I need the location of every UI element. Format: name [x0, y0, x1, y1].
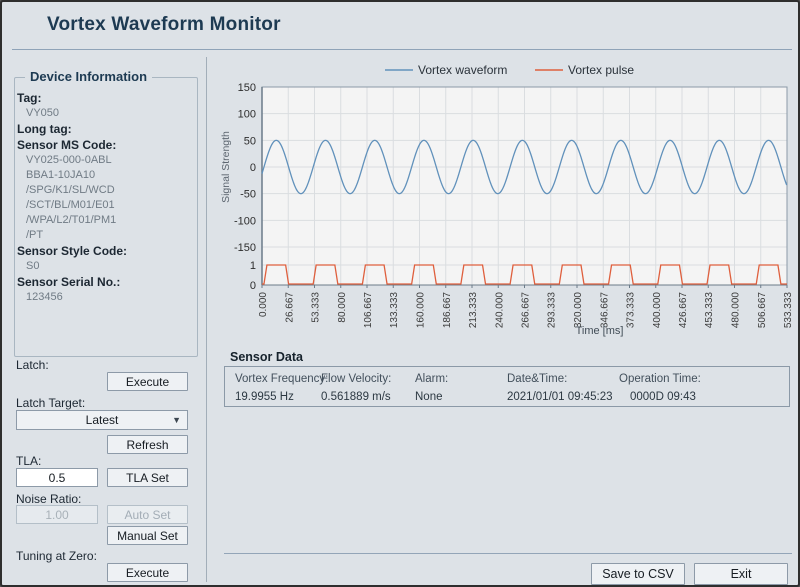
svg-text:-50: -50 — [240, 189, 256, 201]
svg-text:80.000: 80.000 — [337, 292, 348, 323]
device-field-value: /PT — [26, 228, 187, 243]
sensor-data-column: Vortex Frequency: 19.9955 Hz — [235, 367, 328, 403]
svg-text:0: 0 — [250, 280, 256, 292]
svg-text:213.333: 213.333 — [468, 292, 479, 329]
device-field-label: Sensor Serial No.: — [17, 275, 187, 290]
latch-target-label: Latch Target: — [16, 396, 85, 410]
device-field-label: Long tag: — [17, 122, 187, 137]
device-field-value: /WPA/L2/T01/PM1 — [26, 213, 187, 228]
sensor-column-header: Alarm: — [415, 373, 448, 385]
waveform-chart: 150100500-50-100-150100.00026.66753.3338… — [217, 57, 800, 347]
device-field-value: S0 — [26, 259, 187, 274]
sensor-column-value: 2021/01/01 09:45:23 — [507, 391, 613, 403]
svg-text:-100: -100 — [234, 215, 256, 227]
sensor-column-header: Date&Time: — [507, 373, 613, 385]
svg-text:Vortex pulse: Vortex pulse — [568, 63, 634, 77]
device-field-value: BBA1-10JA10 — [26, 168, 187, 183]
sensor-data-title: Sensor Data — [230, 350, 303, 364]
svg-text:533.333: 533.333 — [783, 292, 794, 329]
svg-text:26.667: 26.667 — [284, 292, 295, 323]
sensor-data-column: Date&Time: 2021/01/01 09:45:23 — [507, 367, 613, 403]
sensor-data-column: Operation Time: 0000D 09:43 — [619, 367, 701, 403]
chart-canvas: 150100500-50-100-150100.00026.66753.3338… — [217, 57, 800, 347]
vortex-waveform-monitor-window: Vortex Waveform Monitor Device Informati… — [0, 0, 800, 587]
svg-text:400.000: 400.000 — [652, 292, 663, 329]
svg-text:Time [ms]: Time [ms] — [576, 325, 624, 337]
sensor-column-value: 19.9955 Hz — [235, 391, 328, 403]
svg-text:1: 1 — [250, 260, 256, 272]
svg-text:266.667: 266.667 — [521, 292, 532, 329]
device-field-value: 123456 — [26, 290, 187, 305]
exit-button[interactable]: Exit — [694, 563, 788, 585]
sensor-data-column: Alarm: None — [415, 367, 448, 403]
device-information-title: Device Information — [25, 69, 152, 84]
refresh-button[interactable]: Refresh — [107, 435, 188, 454]
svg-text:160.000: 160.000 — [416, 292, 427, 329]
save-to-csv-button[interactable]: Save to CSV — [591, 563, 685, 585]
svg-text:186.667: 186.667 — [442, 292, 453, 329]
device-field-value: /SPG/K1/SL/WCD — [26, 183, 187, 198]
svg-text:-150: -150 — [234, 242, 256, 254]
device-field-value: VY025-000-0ABL — [26, 153, 187, 168]
svg-text:426.667: 426.667 — [678, 292, 689, 329]
device-information-fields: Tag:VY050Long tag:Sensor MS Code:VY025-0… — [17, 90, 187, 305]
svg-text:150: 150 — [238, 82, 256, 94]
tuning-at-zero-label: Tuning at Zero: — [16, 549, 97, 563]
tla-input[interactable]: 0.5 — [16, 468, 98, 487]
sensor-data-table: Vortex Frequency:19.9955 HzFlow Velocity… — [224, 366, 790, 407]
tla-label: TLA: — [16, 454, 41, 468]
manual-set-button[interactable]: Manual Set — [107, 526, 188, 545]
svg-text:106.667: 106.667 — [363, 292, 374, 329]
panel-divider — [206, 57, 207, 582]
page-title: Vortex Waveform Monitor — [47, 14, 281, 36]
latch-target-select[interactable]: Latest ▼ — [16, 410, 188, 430]
device-field-label: Sensor MS Code: — [17, 138, 187, 153]
noise-ratio-label: Noise Ratio: — [16, 492, 81, 506]
svg-text:0.000: 0.000 — [258, 292, 269, 317]
sensor-column-header: Vortex Frequency: — [235, 373, 328, 385]
sensor-data-column: Flow Velocity: 0.561889 m/s — [321, 367, 391, 403]
title-divider — [12, 49, 792, 50]
latch-execute-button[interactable]: Execute — [107, 372, 188, 391]
sensor-column-value: 0.561889 m/s — [321, 391, 391, 403]
sensor-column-value: 0000D 09:43 — [630, 391, 701, 403]
sensor-column-header: Flow Velocity: — [321, 373, 391, 385]
device-field-label: Sensor Style Code: — [17, 244, 187, 259]
svg-text:Signal Strength: Signal Strength — [220, 131, 232, 203]
device-information-panel: Device Information Tag:VY050Long tag:Sen… — [14, 77, 198, 357]
device-field-value: VY050 — [26, 106, 187, 121]
latch-target-value: Latest — [86, 413, 119, 427]
svg-text:320.000: 320.000 — [573, 292, 584, 329]
device-field-label: Tag: — [17, 91, 187, 106]
svg-text:50: 50 — [244, 135, 256, 147]
svg-text:346.667: 346.667 — [599, 292, 610, 329]
noise-ratio-input[interactable]: 1.00 — [16, 505, 98, 524]
svg-text:293.333: 293.333 — [547, 292, 558, 329]
chevron-down-icon: ▼ — [172, 415, 181, 425]
latch-label: Latch: — [16, 358, 49, 372]
svg-text:0: 0 — [250, 162, 256, 174]
svg-text:240.000: 240.000 — [494, 292, 505, 329]
svg-text:53.333: 53.333 — [310, 292, 321, 323]
svg-text:133.333: 133.333 — [389, 292, 400, 329]
svg-text:100: 100 — [238, 109, 256, 121]
svg-text:506.667: 506.667 — [757, 292, 768, 329]
svg-text:Vortex waveform: Vortex waveform — [418, 63, 507, 77]
auto-set-button[interactable]: Auto Set — [107, 505, 188, 524]
sensor-column-header: Operation Time: — [619, 373, 701, 385]
device-field-value: /SCT/BL/M01/E01 — [26, 198, 187, 213]
tuning-execute-button[interactable]: Execute — [107, 563, 188, 582]
footer-divider — [224, 553, 792, 554]
svg-text:480.000: 480.000 — [731, 292, 742, 329]
svg-text:453.333: 453.333 — [704, 292, 715, 329]
tla-set-button[interactable]: TLA Set — [107, 468, 188, 487]
svg-text:373.333: 373.333 — [625, 292, 636, 329]
sensor-column-value: None — [415, 391, 448, 403]
